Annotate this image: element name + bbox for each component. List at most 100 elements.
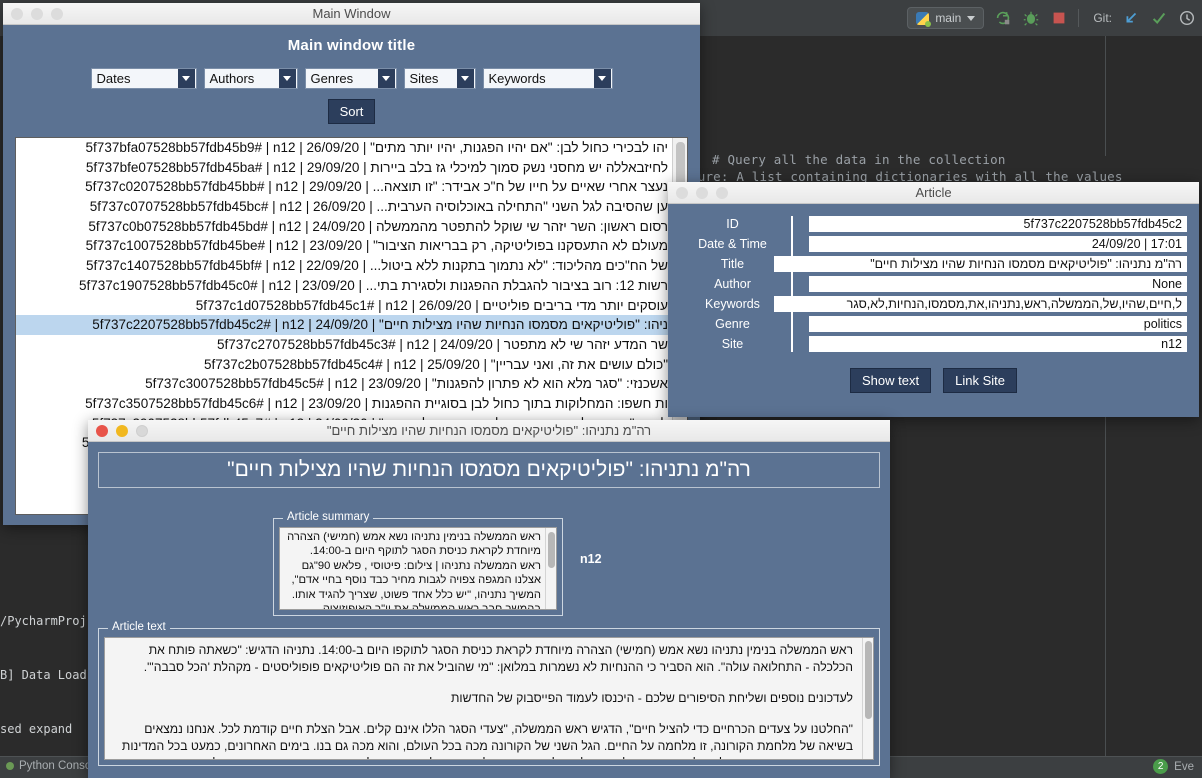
site-tag-label: n12 <box>580 552 602 566</box>
chevron-down-icon <box>967 15 976 21</box>
close-button[interactable] <box>96 425 108 437</box>
article-dialog-body: ID Date & Time Title Author Keywords Genre Sit… <box>668 204 1199 417</box>
article-dialog-traffic-lights <box>676 182 728 204</box>
article-list-row[interactable]: רשות 12: רוב בציבור להגבלת ההפגנות ולסגי… <box>16 276 672 296</box>
main-window-titlebar[interactable]: Main Window <box>3 3 700 25</box>
field-value-site[interactable]: n12 <box>809 336 1187 352</box>
field-label-genre: Genre <box>715 317 750 331</box>
article-dialog-titlebar[interactable]: Article <box>668 182 1199 204</box>
article-list-row[interactable]: שר המדע יזהר שי לא מתפטר | 24/09/20 | 5f… <box>16 335 672 355</box>
article-summary-box[interactable]: ראש הממשלה בנימין נתניהו נשא אמש (חמישי)… <box>279 527 557 610</box>
dropdown-dates-label: Dates <box>96 71 131 86</box>
sort-button[interactable]: Sort <box>327 99 376 124</box>
article-list-row[interactable]: לחיזבאללה יש מחסני נשק סמוך למיכלי גז בל… <box>16 158 672 178</box>
chevron-down-icon[interactable] <box>278 69 296 88</box>
toolbar-divider <box>1078 9 1080 27</box>
headline-box: רה"מ נתניהו: "פוליטיקאים מסמסו הנחיות שה… <box>98 452 880 488</box>
zoom-button[interactable] <box>716 187 728 199</box>
show-text-button[interactable]: Show text <box>850 368 932 393</box>
dropdown-keywords[interactable]: Keywords <box>482 68 613 89</box>
article-list-row[interactable]: אשכנזי: "סגר מלא הוא לא פתרון להפגנות" |… <box>16 374 672 394</box>
dropdown-authors[interactable]: Authors <box>203 68 298 89</box>
article-summary-group: Article summary ראש הממשלה בנימין נתניהו… <box>273 511 563 616</box>
vertical-divider <box>791 216 793 352</box>
main-window-title-text: Main Window <box>312 6 391 21</box>
article-list-row[interactable]: של הח"כים מהליכוד: "לא נתמוך בתקנות ללא … <box>16 256 672 276</box>
close-button[interactable] <box>11 8 23 20</box>
minimize-button[interactable] <box>696 187 708 199</box>
field-value-id[interactable]: 5f737c2207528bb57fdb45c2 <box>809 216 1187 232</box>
stop-square-icon[interactable] <box>1050 9 1068 27</box>
field-value-title[interactable]: רה"מ נתניהו: "פוליטיקאים מסמסו הנחיות שה… <box>774 256 1187 272</box>
run-configuration-selector[interactable]: main <box>907 7 985 29</box>
article-list-row[interactable]: ות חשפו: המחלוקות בתוך כחול לבן בסוגיית … <box>16 394 672 414</box>
filter-bar: Dates Authors Genres Sites Keywords <box>3 68 700 89</box>
dropdown-sites-label: Sites <box>409 71 439 86</box>
link-site-button[interactable]: Link Site <box>943 368 1017 393</box>
article-list-row[interactable]: "כולם עושים את זה, ואני עבריין" | 25/09/… <box>16 355 672 375</box>
article-text-scrollbar[interactable] <box>862 638 873 759</box>
scrollbar-thumb[interactable] <box>865 641 872 719</box>
main-window-traffic-lights <box>11 3 63 25</box>
article-dialog[interactable]: Article ID Date & Time Title Author Keywords… <box>668 182 1199 417</box>
chevron-down-icon[interactable] <box>593 69 611 88</box>
chevron-down-icon[interactable] <box>456 69 474 88</box>
chevron-down-icon[interactable] <box>177 69 195 88</box>
rerun-icon[interactable] <box>994 9 1012 27</box>
article-paragraph: ראש הממשלה בנימין נתניהו נשא אמש (חמישי)… <box>143 643 853 674</box>
article-summary-text: ראש הממשלה בנימין נתניהו נשא אמש (חמישי)… <box>287 531 541 609</box>
article-list-row[interactable]: ניהו: "פוליטיקאים מסמסו הנחיות שהיו מציל… <box>16 315 672 335</box>
dropdown-dates[interactable]: Dates <box>90 68 197 89</box>
article-summary-legend: Article summary <box>283 511 374 523</box>
minimize-button[interactable] <box>116 425 128 437</box>
article-text-content: ראש הממשלה בנימין נתניהו נשא אמש (חמישי)… <box>105 638 862 759</box>
dropdown-keywords-label: Keywords <box>488 71 546 86</box>
article-list-row[interactable]: עוסקים יותר מדי בריבים פוליטיים | 26/09/… <box>16 296 672 316</box>
python-console-icon <box>6 762 14 770</box>
article-detail-window[interactable]: רה"מ נתניהו: "פוליטיקאים מסמסו הנחיות שה… <box>88 420 890 778</box>
dropdown-sites[interactable]: Sites <box>403 68 476 89</box>
field-value-author[interactable]: None <box>809 276 1187 292</box>
field-label-id: ID <box>726 217 739 231</box>
dropdown-genres-label: Genres <box>310 71 354 86</box>
field-label-title: Title <box>720 257 745 271</box>
minimize-button[interactable] <box>31 8 43 20</box>
screen-root: # Query all the data in the collection t… <box>0 0 1202 778</box>
field-label-keywords: Keywords <box>705 297 760 311</box>
git-update-arrow-icon[interactable] <box>1122 9 1140 27</box>
event-count-badge[interactable]: 2 <box>1153 759 1169 774</box>
article-text-group: Article text ראש הממשלה בנימין נתניהו נש… <box>98 621 880 766</box>
article-list-row[interactable]: יהו לבכירי כחול לבן: "אם יהיו הפגנות, יה… <box>16 138 672 158</box>
field-label-site: Site <box>721 337 744 351</box>
article-text-legend: Article text <box>108 621 170 633</box>
article-list-row[interactable]: נעצר אחרי שאיים על חייו של ח"כ אבידר: "ז… <box>16 177 672 197</box>
git-commit-check-icon[interactable] <box>1150 9 1168 27</box>
chevron-down-icon[interactable] <box>377 69 395 88</box>
article-detail-titlebar[interactable]: רה"מ נתניהו: "פוליטיקאים מסמסו הנחיות שה… <box>88 420 890 442</box>
article-paragraph: "החלטנו על צעדים הכרחיים כדי להציל חיים"… <box>121 722 853 759</box>
article-summary-scrollbar[interactable] <box>545 528 556 609</box>
scrollbar-thumb[interactable] <box>548 532 555 568</box>
field-value-date-time[interactable]: 24/09/20 | 17:01 <box>809 236 1187 252</box>
article-list-row[interactable]: ען שהסיבה לגל השני "התחילה באוכלוסיה הער… <box>16 197 672 217</box>
event-log-label[interactable]: Eve <box>1174 761 1194 773</box>
close-button[interactable] <box>676 187 688 199</box>
dropdown-genres[interactable]: Genres <box>304 68 397 89</box>
git-history-clock-icon[interactable] <box>1178 9 1196 27</box>
dropdown-authors-label: Authors <box>209 71 255 86</box>
article-list-row[interactable]: מעולם לא התעסקנו בפוליטיקה, רק בבריאות ה… <box>16 236 672 256</box>
editor-gutter-line <box>1105 36 1106 156</box>
debug-bug-icon[interactable] <box>1022 9 1040 27</box>
zoom-button[interactable] <box>51 8 63 20</box>
field-value-genre[interactable]: politics <box>809 316 1187 332</box>
zoom-button[interactable] <box>136 425 148 437</box>
article-field-labels: ID Date & Time Title Author Keywords Genre Sit… <box>680 214 785 356</box>
code-line-1: # Query all the data in the collection <box>712 152 1006 167</box>
field-label-date-time: Date & Time <box>698 237 767 251</box>
article-list-row[interactable]: רסום ראשון: השר יזהר שי שוקל להתפטר מהממ… <box>16 217 672 237</box>
article-field-values: 5f737c2207528bb57fdb45c2 24/09/20 | 17:01… <box>774 214 1187 356</box>
field-value-keywords[interactable]: ל,חיים,שהיו,של,הממשלה,ראש,נתניהו,את,מסמס… <box>774 296 1187 312</box>
article-text-box[interactable]: ראש הממשלה בנימין נתניהו נשא אמש (חמישי)… <box>104 637 874 760</box>
python-config-icon <box>916 11 932 27</box>
article-dialog-title-text: Article <box>915 185 952 200</box>
